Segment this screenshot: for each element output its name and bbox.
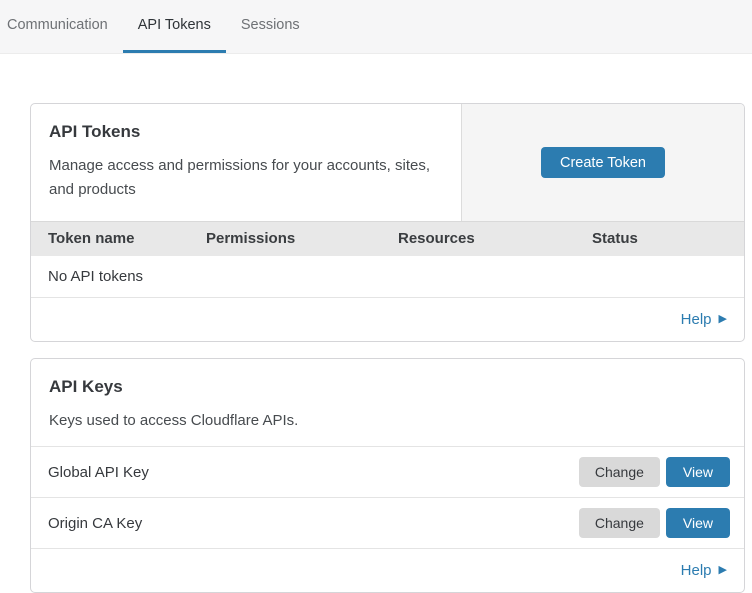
help-arrow-icon: ▶ bbox=[719, 565, 727, 576]
api-keys-title: API Keys bbox=[49, 377, 726, 397]
api-keys-help-link[interactable]: Help ▶ bbox=[681, 561, 727, 580]
help-link-label: Help bbox=[681, 561, 712, 580]
help-arrow-icon: ▶ bbox=[719, 314, 727, 325]
api-tokens-help-link[interactable]: Help ▶ bbox=[681, 310, 727, 329]
help-link-label: Help bbox=[681, 310, 712, 329]
api-tokens-title: API Tokens bbox=[49, 122, 443, 142]
key-row-label: Global API Key bbox=[48, 464, 149, 481]
api-tokens-action-panel: Create Token bbox=[461, 104, 744, 221]
main-content: API Tokens Manage access and permissions… bbox=[30, 103, 745, 593]
change-origin-ca-key-button[interactable]: Change bbox=[579, 508, 660, 538]
change-global-api-key-button[interactable]: Change bbox=[579, 457, 660, 487]
api-keys-description: Keys used to access Cloudflare APIs. bbox=[49, 409, 726, 433]
token-table-empty-row: No API tokens bbox=[31, 256, 744, 298]
key-row-global-api-key: Global API Key Change View bbox=[31, 447, 744, 498]
api-tokens-description: Manage access and permissions for your a… bbox=[49, 154, 441, 202]
api-tokens-card-footer: Help ▶ bbox=[31, 298, 744, 341]
create-token-button[interactable]: Create Token bbox=[541, 147, 665, 178]
key-row-buttons: Change View bbox=[579, 508, 730, 538]
column-header-resources: Resources bbox=[398, 230, 592, 248]
api-tokens-card: API Tokens Manage access and permissions… bbox=[30, 103, 745, 342]
tab-sessions[interactable]: Sessions bbox=[226, 0, 315, 53]
tab-bar: Communication API Tokens Sessions bbox=[0, 0, 752, 54]
column-header-status: Status bbox=[592, 230, 744, 248]
api-keys-card-footer: Help ▶ bbox=[31, 549, 744, 592]
api-tokens-card-header: API Tokens Manage access and permissions… bbox=[31, 104, 744, 221]
column-header-token-name: Token name bbox=[31, 230, 206, 248]
column-header-permissions: Permissions bbox=[206, 230, 398, 248]
key-row-origin-ca-key: Origin CA Key Change View bbox=[31, 498, 744, 549]
key-row-label: Origin CA Key bbox=[48, 515, 142, 532]
tab-communication[interactable]: Communication bbox=[0, 0, 123, 53]
token-table-header-row: Token name Permissions Resources Status bbox=[31, 221, 744, 256]
api-keys-card: API Keys Keys used to access Cloudflare … bbox=[30, 358, 745, 593]
view-origin-ca-key-button[interactable]: View bbox=[666, 508, 730, 538]
key-row-buttons: Change View bbox=[579, 457, 730, 487]
tab-api-tokens[interactable]: API Tokens bbox=[123, 0, 226, 53]
api-tokens-card-header-text: API Tokens Manage access and permissions… bbox=[31, 104, 461, 221]
api-keys-card-header: API Keys Keys used to access Cloudflare … bbox=[31, 359, 744, 447]
view-global-api-key-button[interactable]: View bbox=[666, 457, 730, 487]
